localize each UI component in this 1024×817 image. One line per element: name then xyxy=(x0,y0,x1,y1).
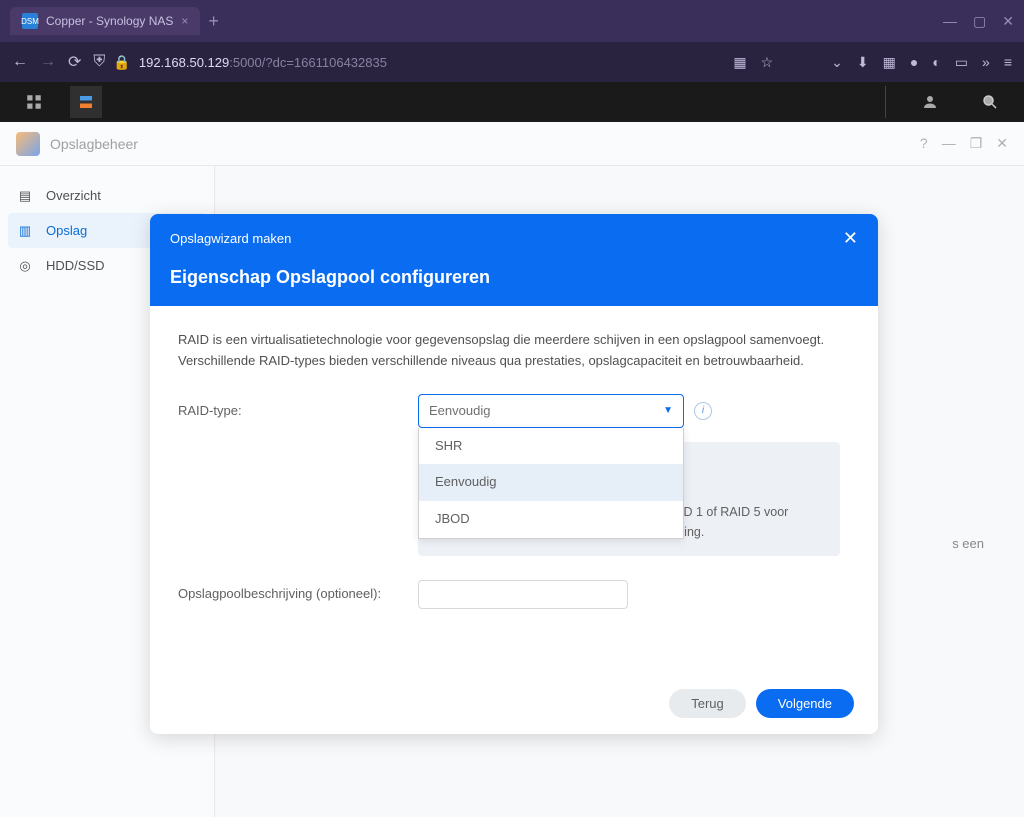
dsm-apps-icon[interactable] xyxy=(18,86,50,118)
toolbar-icons: ▦ ☆ ⌄ ⬇ ▦ ● ◐ ▭ » ≡ xyxy=(733,54,1012,71)
hdd-icon: ◎ xyxy=(16,259,34,273)
minimize-window-icon[interactable]: — xyxy=(942,135,956,152)
sidebar-item-label: Overzicht xyxy=(46,188,101,203)
app-header: Opslagbeheer ? — ❐ ✕ xyxy=(0,122,1024,166)
storage-wizard-modal: Opslagwizard maken ✕ Eigenschap Opslagpo… xyxy=(150,214,878,734)
description-input[interactable] xyxy=(418,580,628,609)
close-window-icon[interactable]: ✕ xyxy=(996,135,1008,152)
app-title: Opslagbeheer xyxy=(50,136,138,152)
search-icon[interactable] xyxy=(974,86,1006,118)
close-button[interactable]: ✕ xyxy=(1002,13,1014,30)
raid-type-label: RAID-type: xyxy=(178,401,418,422)
back-button[interactable]: Terug xyxy=(669,689,746,718)
wizard-header: Opslagwizard maken ✕ Eigenschap Opslagpo… xyxy=(150,214,878,306)
close-icon[interactable]: × xyxy=(181,14,188,28)
browser-tab[interactable]: DSM Copper - Synology NAS × xyxy=(10,7,200,35)
menu-icon[interactable]: ≡ xyxy=(1004,54,1012,70)
wizard-footer: Terug Volgende xyxy=(150,673,878,734)
info-icon[interactable]: i xyxy=(694,402,712,420)
tab-favicon: DSM xyxy=(22,13,38,29)
storage-icon: ▥ xyxy=(16,224,34,238)
raid-type-value: Eenvoudig xyxy=(429,401,490,422)
sidebar-item-overview[interactable]: ▤ Overzicht xyxy=(0,178,214,213)
raid-type-select[interactable]: Eenvoudig ▼ xyxy=(418,394,684,429)
close-icon[interactable]: ✕ xyxy=(843,228,858,249)
app-icon xyxy=(16,132,40,156)
raid-type-row: RAID-type: Eenvoudig ▼ i SHR Eenvoudig J… xyxy=(178,394,850,429)
help-icon[interactable]: ? xyxy=(920,135,928,152)
chevron-down-icon: ▼ xyxy=(663,403,673,419)
storage-manager-taskbar-icon[interactable] xyxy=(70,86,102,118)
wizard-body: RAID is een virtualisatietechnologie voo… xyxy=(150,306,878,673)
raid-type-dropdown: SHR Eenvoudig JBOD xyxy=(418,428,684,539)
url-text: 192.168.50.129:5000/?dc=1661106432835 xyxy=(139,55,387,70)
pocket-icon[interactable]: ⌄ xyxy=(831,54,843,71)
minimize-button[interactable]: — xyxy=(943,13,957,30)
browser-toolbar: ← → ⟳ ⛨ 🔒 192.168.50.129:5000/?dc=166110… xyxy=(0,42,1024,82)
description-row: Opslagpoolbeschrijving (optioneel): xyxy=(178,580,850,609)
apps-icon[interactable]: ▦ xyxy=(883,54,896,71)
more-icon[interactable]: » xyxy=(982,54,990,70)
reload-button[interactable]: ⟳ xyxy=(68,52,81,72)
user-icon[interactable] xyxy=(914,86,946,118)
dsm-taskbar xyxy=(0,82,1024,122)
forward-button[interactable]: → xyxy=(40,53,56,71)
maximize-button[interactable]: ▢ xyxy=(973,13,986,30)
lock-icon[interactable]: 🔒 xyxy=(113,54,130,71)
dropdown-option-eenvoudig[interactable]: Eenvoudig xyxy=(419,464,683,501)
dropdown-option-jbod[interactable]: JBOD xyxy=(419,501,683,538)
star-icon[interactable]: ☆ xyxy=(761,54,774,71)
shield-icon[interactable]: ⛨ xyxy=(93,53,105,71)
description-label: Opslagpoolbeschrijving (optioneel): xyxy=(178,584,418,605)
bg-text: s een xyxy=(952,536,984,551)
grid-icon[interactable]: ▦ xyxy=(733,54,746,71)
wizard-title: Eigenschap Opslagpool configureren xyxy=(170,267,858,288)
sidebar-item-label: Opslag xyxy=(46,223,87,238)
library-icon[interactable]: ▭ xyxy=(955,54,968,71)
tab-title: Copper - Synology NAS xyxy=(46,14,173,28)
address-bar[interactable]: ⛨ 🔒 192.168.50.129:5000/?dc=166110643283… xyxy=(93,53,721,71)
account-icon[interactable]: ◐ xyxy=(932,54,940,70)
maximize-window-icon[interactable]: ❐ xyxy=(970,135,983,152)
sidebar-item-label: HDD/SSD xyxy=(46,258,105,273)
divider xyxy=(885,86,886,118)
next-button[interactable]: Volgende xyxy=(756,689,854,718)
new-tab-button[interactable]: + xyxy=(208,11,219,32)
dropdown-option-shr[interactable]: SHR xyxy=(419,428,683,465)
wizard-description: RAID is een virtualisatietechnologie voo… xyxy=(178,330,850,372)
extension-icon[interactable]: ● xyxy=(910,54,918,70)
browser-tab-bar: DSM Copper - Synology NAS × + — ▢ ✕ xyxy=(0,0,1024,42)
window-controls: — ▢ ✕ xyxy=(943,13,1014,30)
back-button[interactable]: ← xyxy=(12,53,28,71)
wizard-breadcrumb: Opslagwizard maken xyxy=(170,231,291,246)
download-icon[interactable]: ⬇ xyxy=(857,54,869,71)
overview-icon: ▤ xyxy=(16,189,34,203)
